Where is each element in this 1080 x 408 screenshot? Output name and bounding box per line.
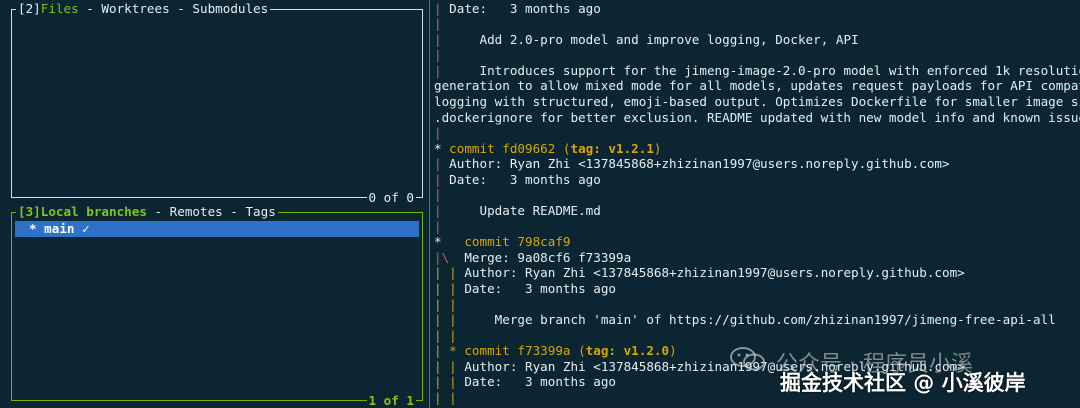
graph-lines: | [434,47,450,63]
commit-tag: tag: v1.2.1 [570,140,654,156]
log-line[interactable]: | | Merge branch 'main' of https://githu… [434,312,1056,328]
graph-lines: | [434,31,450,47]
log-line[interactable]: | | Date: 3 months ago [434,374,616,390]
log-text: Update README.md [449,203,601,219]
graph-lines: | | [434,312,465,328]
log-line[interactable]: | [434,187,449,203]
tab-worktrees-submodules[interactable]: - Worktrees - Submodules [79,1,268,16]
tag-open: ( [578,343,586,359]
log-line[interactable]: | Add 2.0-pro model and improve logging,… [434,32,859,48]
log-line[interactable]: |\ Merge: 9a08cf6 f73399a [434,250,631,266]
tab-remotes-tags[interactable]: - Remotes - Tags [147,204,275,219]
log-line[interactable]: | Date: 3 months ago [434,1,601,17]
files-panel-footer: 0 of 0 [366,190,416,206]
log-line[interactable]: | [434,125,449,141]
branches-panel[interactable]: [3]Local branches - Remotes - Tags * mai… [11,204,423,408]
branches-panel-title: [3]Local branches - Remotes - Tags [16,204,278,220]
graph-lines: | [434,203,450,219]
graph-lines: | | [434,374,465,390]
graph-lines: | [434,187,450,203]
log-line[interactable]: | Date: 3 months ago [434,172,601,188]
graph-lines: | [434,16,450,32]
graph-lines: | [434,62,450,78]
commit-tag: tag: v1.2.0 [585,343,670,359]
log-line[interactable]: | [434,16,449,32]
commit-hash: commit fd09662 [449,140,563,156]
log-line[interactable]: | [434,47,449,63]
branches-panel-footer: 1 of 1 [366,393,416,408]
log-line[interactable]: | | Date: 3 months ago [434,281,616,297]
log-text: .dockerignore for better exclusion. READ… [434,109,1080,125]
log-text: Author: Ryan Zhi <137845868+zhizinan1997… [464,265,965,281]
files-panel[interactable]: [2]Files - Worktrees - Submodules 0 of 0 [11,1,423,206]
tag-open: ( [562,140,571,156]
log-text: Introduces support for the jimeng-image-… [449,62,1080,78]
graph-lines: | [434,0,450,16]
log-line[interactable]: | | [434,328,464,344]
log-line[interactable]: | | Author: Ryan Zhi <137845868+zhizinan… [434,359,965,375]
graph-lines: * [434,140,450,156]
log-commit-line[interactable]: | * commit f73399a (tag: v1.2.0) [434,343,677,359]
log-line[interactable]: logging with structured, emoji-based out… [434,94,1080,110]
log-line[interactable]: | Author: Ryan Zhi <137845868+zhizinan19… [434,156,950,172]
log-line[interactable]: | | Author: Ryan Zhi <137845868+zhizinan… [434,265,965,281]
log-line[interactable]: | | [434,297,464,313]
log-text: generation to allow mixed mode for all m… [434,78,1080,94]
log-line[interactable]: | Update README.md [434,203,601,219]
graph-lines: * [434,234,465,250]
log-line[interactable]: | Introduces support for the jimeng-imag… [434,63,1080,79]
tag-close: ) [653,140,662,156]
log-text: Author: Ryan Zhi <137845868+zhizinan1997… [464,358,965,374]
graph-lines: | | [434,265,465,281]
log-line[interactable]: | | [434,390,464,406]
log-line[interactable]: | [434,219,449,235]
log-text: Author: Ryan Zhi <137845868+zhizinan1997… [449,156,950,172]
tag-close: ) [669,343,677,359]
log-text: Merge branch 'main' of https://github.co… [464,312,1056,328]
log-text: Add 2.0-pro model and improve logging, D… [449,31,859,47]
files-panel-title: [2]Files - Worktrees - Submodules [16,1,271,17]
log-line[interactable]: generation to allow mixed mode for all m… [434,78,1080,94]
branch-item-main[interactable]: * main ✓ [15,221,419,237]
branches-panel-number: [3] [18,204,41,219]
tab-files[interactable]: Files [41,1,79,16]
graph-lines: | [434,218,450,234]
commit-hash: commit 798caf9 [464,234,571,250]
graph-lines: | | [434,327,465,343]
log-text: Merge: 9a08cf6 f73399a [464,249,632,265]
graph-lines: |\ [434,249,465,265]
commit-hash: commit f73399a [464,343,579,359]
panel-divider[interactable] [429,0,430,408]
tab-local-branches[interactable]: Local branches [41,204,147,219]
log-commit-line[interactable]: * commit 798caf9 [434,234,571,250]
log-text: logging with structured, emoji-based out… [434,93,1080,109]
log-text: Date: 3 months ago [464,280,616,296]
graph-lines: | | [434,280,465,296]
log-line[interactable]: .dockerignore for better exclusion. READ… [434,110,1080,126]
log-text: Date: 3 months ago [449,171,601,187]
log-text: Date: 3 months ago [464,374,616,390]
graph-lines: | [434,156,450,172]
log-text: Date: 3 months ago [449,0,601,16]
files-panel-number: [2] [18,1,41,16]
graph-lines: | | [434,358,465,374]
graph-lines: | | [434,390,465,405]
graph-lines: | * [434,343,465,359]
graph-lines: | | [434,296,465,312]
wechat-logo-icon [730,347,765,371]
graph-lines: | [434,125,450,141]
graph-lines: | [434,171,450,187]
log-commit-line[interactable]: * commit fd09662 (tag: v1.2.1) [434,141,662,157]
